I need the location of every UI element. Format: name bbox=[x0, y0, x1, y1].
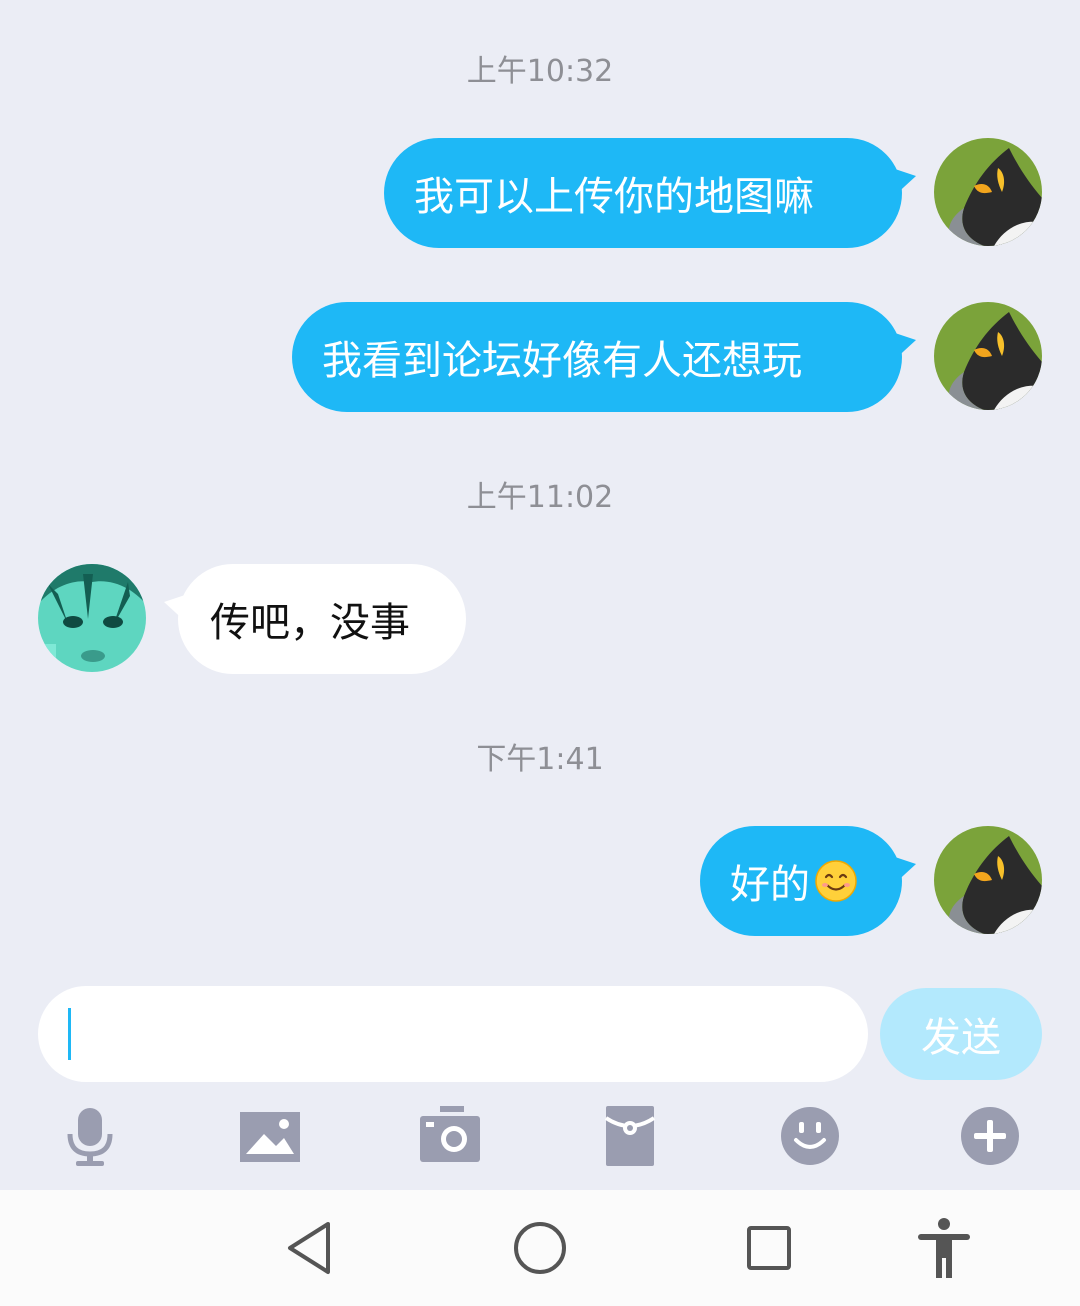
red-packet-icon[interactable] bbox=[598, 1104, 662, 1168]
recents-icon[interactable] bbox=[737, 1216, 801, 1280]
contact-avatar[interactable] bbox=[38, 564, 146, 672]
bubble-tail bbox=[164, 594, 188, 624]
bubble-tail bbox=[892, 332, 916, 362]
timestamp: 上午11:02 bbox=[466, 480, 614, 515]
timestamp: 上午10:32 bbox=[466, 54, 614, 89]
back-icon[interactable] bbox=[280, 1216, 344, 1280]
bubble-tail bbox=[892, 168, 916, 198]
camera-icon[interactable] bbox=[418, 1104, 482, 1168]
message-text: 我看到论坛好像有人还想玩 bbox=[322, 338, 802, 384]
emoji-icon[interactable] bbox=[778, 1104, 842, 1168]
microphone-icon[interactable] bbox=[58, 1104, 122, 1168]
message-input[interactable] bbox=[38, 986, 868, 1082]
message-text: 我可以上传你的地图嘛 bbox=[414, 174, 814, 220]
text-cursor bbox=[68, 1008, 71, 1060]
message-bubble-incoming[interactable]: 传吧，没事 bbox=[164, 564, 466, 674]
accessibility-icon[interactable] bbox=[912, 1216, 976, 1280]
my-avatar[interactable] bbox=[934, 826, 1042, 934]
smiling-face-emoji bbox=[815, 860, 857, 902]
message-bubble-outgoing[interactable]: 我看到论坛好像有人还想玩 bbox=[292, 302, 916, 412]
my-avatar[interactable] bbox=[934, 138, 1042, 246]
message-bubble-outgoing[interactable]: 好的 bbox=[700, 826, 916, 936]
send-button[interactable]: 发送 bbox=[880, 988, 1042, 1080]
plus-icon[interactable] bbox=[958, 1104, 1022, 1168]
home-icon[interactable] bbox=[508, 1216, 572, 1280]
timestamp: 下午1:41 bbox=[476, 742, 604, 777]
message-text: 好的 bbox=[730, 862, 810, 908]
message-bubble-outgoing[interactable]: 我可以上传你的地图嘛 bbox=[384, 138, 916, 248]
bubble-tail bbox=[892, 856, 916, 886]
chat-screen: 上午10:32 我可以上传你的地图嘛 我看到论坛好像有人还想玩 上午11:02 bbox=[0, 0, 1080, 1306]
image-icon[interactable] bbox=[238, 1104, 302, 1168]
message-text: 传吧，没事 bbox=[210, 600, 410, 646]
my-avatar[interactable] bbox=[934, 302, 1042, 410]
